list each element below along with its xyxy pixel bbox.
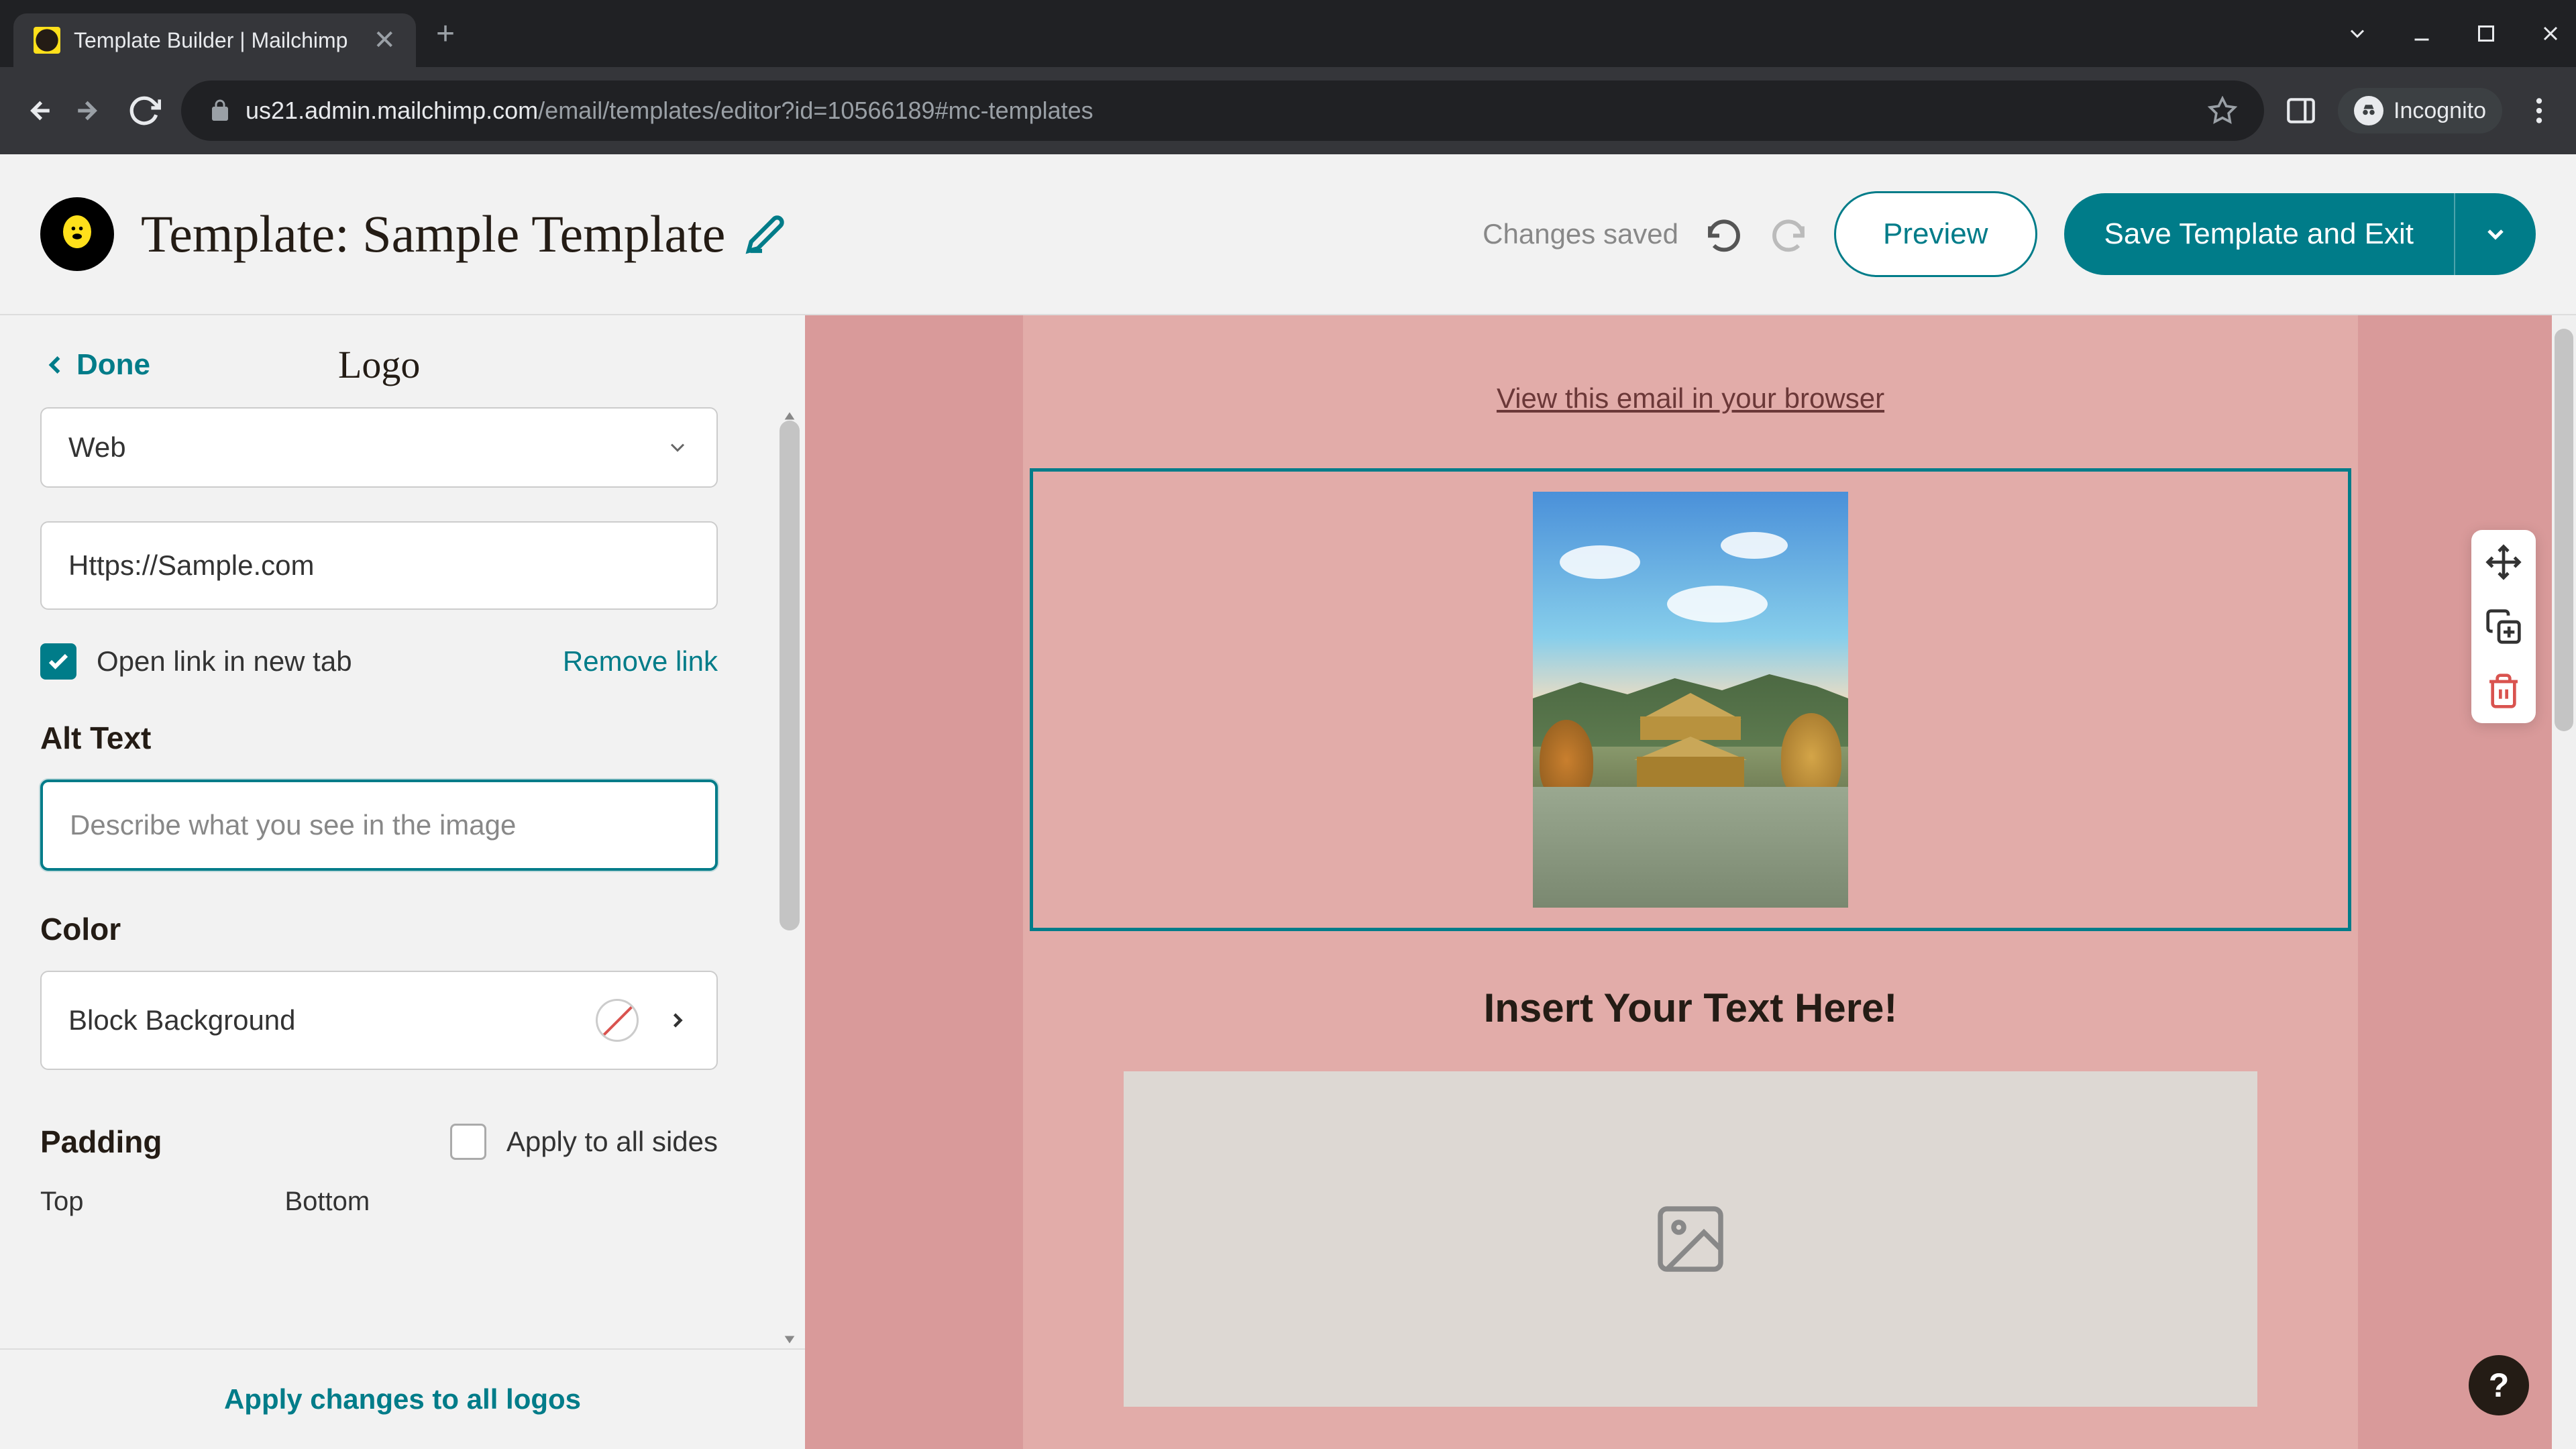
app-body: Done Logo Web <box>0 315 2576 1449</box>
tabs-dropdown-icon[interactable] <box>2345 21 2369 46</box>
link-type-select[interactable]: Web <box>40 407 718 488</box>
chevron-down-icon <box>665 435 690 460</box>
kebab-menu-icon[interactable] <box>2522 94 2556 127</box>
incognito-icon <box>2354 96 2383 125</box>
undo-button[interactable] <box>1705 215 1743 253</box>
open-new-tab-label: Open link in new tab <box>97 645 352 678</box>
padding-bottom-label: Bottom <box>285 1187 370 1217</box>
incognito-badge[interactable]: Incognito <box>2338 88 2502 133</box>
alt-text-input[interactable] <box>40 780 718 871</box>
url-text: us21.admin.mailchimp.com/email/templates… <box>246 97 1093 125</box>
sidebar-scroll-thumb[interactable] <box>780 421 800 930</box>
save-template-button[interactable]: Save Template and Exit <box>2064 193 2454 275</box>
reload-button[interactable] <box>127 94 161 127</box>
app-header: Template: Sample Template Changes saved … <box>0 154 2576 315</box>
apply-all-logos-link[interactable]: Apply changes to all logos <box>224 1383 581 1415</box>
mailchimp-logo[interactable] <box>40 197 114 271</box>
edit-title-icon[interactable] <box>745 214 786 254</box>
logo-image[interactable] <box>1533 492 1848 908</box>
incognito-label: Incognito <box>2394 98 2486 124</box>
window-controls <box>2345 21 2563 46</box>
back-button[interactable] <box>20 94 54 127</box>
padding-top-label: Top <box>40 1187 84 1217</box>
url-input-field[interactable] <box>68 549 690 582</box>
tab-close-icon[interactable]: ✕ <box>373 25 396 56</box>
address-bar-right: Incognito <box>2284 88 2556 133</box>
help-button[interactable]: ? <box>2469 1355 2529 1415</box>
delete-block-icon[interactable] <box>2485 672 2522 710</box>
block-toolbar <box>2471 530 2536 723</box>
link-type-value: Web <box>68 431 126 464</box>
page-title: Template: Sample Template <box>141 204 725 264</box>
url-input[interactable] <box>40 521 718 610</box>
apply-all-sides-label: Apply to all sides <box>506 1126 718 1158</box>
canvas[interactable]: View this email in your browser Insert Y… <box>805 315 2576 1449</box>
maximize-icon[interactable] <box>2474 21 2498 46</box>
alt-text-field[interactable] <box>70 809 688 841</box>
done-button[interactable]: Done <box>40 348 150 382</box>
preview-button[interactable]: Preview <box>1834 191 2037 277</box>
browser-tab[interactable]: Template Builder | Mailchimp ✕ <box>13 13 416 67</box>
sidebar-header: Done Logo <box>0 315 805 407</box>
email-body: View this email in your browser Insert Y… <box>1023 315 2358 1449</box>
save-dropdown-button[interactable] <box>2454 193 2536 275</box>
text-block[interactable]: Insert Your Text Here! <box>1023 931 2358 1071</box>
save-status: Changes saved <box>1483 218 1678 250</box>
redo-button[interactable] <box>1770 215 1807 253</box>
move-block-icon[interactable] <box>2485 543 2522 581</box>
image-placeholder-icon <box>1640 1199 1741 1279</box>
close-window-icon[interactable] <box>2538 21 2563 46</box>
minimize-icon[interactable] <box>2410 21 2434 46</box>
color-section-label: Color <box>40 911 765 947</box>
favicon-mailchimp <box>34 27 60 54</box>
sidebar: Done Logo Web <box>0 315 805 1449</box>
new-tab-button[interactable]: + <box>436 15 455 52</box>
image-placeholder-block[interactable] <box>1124 1071 2257 1407</box>
tab-bar: Template Builder | Mailchimp ✕ + <box>0 0 2576 67</box>
remove-link-button[interactable]: Remove link <box>563 645 718 678</box>
url-box[interactable]: us21.admin.mailchimp.com/email/templates… <box>181 80 2264 141</box>
sidebar-scrollbar[interactable] <box>780 407 800 1348</box>
view-in-browser-link[interactable]: View this email in your browser <box>1023 342 2358 468</box>
lock-icon <box>208 99 232 123</box>
app: Template: Sample Template Changes saved … <box>0 154 2576 1449</box>
padding-sublabels: Top Bottom <box>40 1187 765 1217</box>
forward-button[interactable] <box>74 94 107 127</box>
address-bar: us21.admin.mailchimp.com/email/templates… <box>0 67 2576 154</box>
tab-title: Template Builder | Mailchimp <box>74 28 347 53</box>
block-background-label: Block Background <box>68 1004 296 1036</box>
canvas-scrollbar[interactable] <box>2552 315 2576 1449</box>
sidebar-panel-title: Logo <box>338 342 420 387</box>
save-button-group: Save Template and Exit <box>2064 193 2536 275</box>
block-background-row[interactable]: Block Background <box>40 971 718 1070</box>
chevron-right-icon <box>665 1008 690 1032</box>
alt-text-label: Alt Text <box>40 720 765 756</box>
duplicate-block-icon[interactable] <box>2485 608 2522 645</box>
scroll-down-arrow-icon[interactable] <box>782 1332 797 1347</box>
color-swatch-none <box>596 999 639 1042</box>
open-new-tab-row: Open link in new tab Remove link <box>40 643 718 680</box>
header-actions: Changes saved Preview Save Template and … <box>1483 191 2536 277</box>
padding-label: Padding <box>40 1124 162 1160</box>
panel-icon[interactable] <box>2284 94 2318 127</box>
canvas-scroll-thumb[interactable] <box>2555 329 2573 731</box>
padding-header-row: Padding Apply to all sides <box>40 1124 718 1160</box>
sidebar-scroll[interactable]: Web Open link in new tab Re <box>0 407 805 1348</box>
bookmark-star-icon[interactable] <box>2208 96 2237 125</box>
logo-block-selected[interactable] <box>1030 468 2351 931</box>
browser-chrome: Template Builder | Mailchimp ✕ + us21.ad… <box>0 0 2576 154</box>
open-new-tab-checkbox[interactable] <box>40 643 76 680</box>
apply-all-sides-group: Apply to all sides <box>450 1124 718 1160</box>
apply-all-sides-checkbox[interactable] <box>450 1124 486 1160</box>
sidebar-footer: Apply changes to all logos <box>0 1348 805 1449</box>
